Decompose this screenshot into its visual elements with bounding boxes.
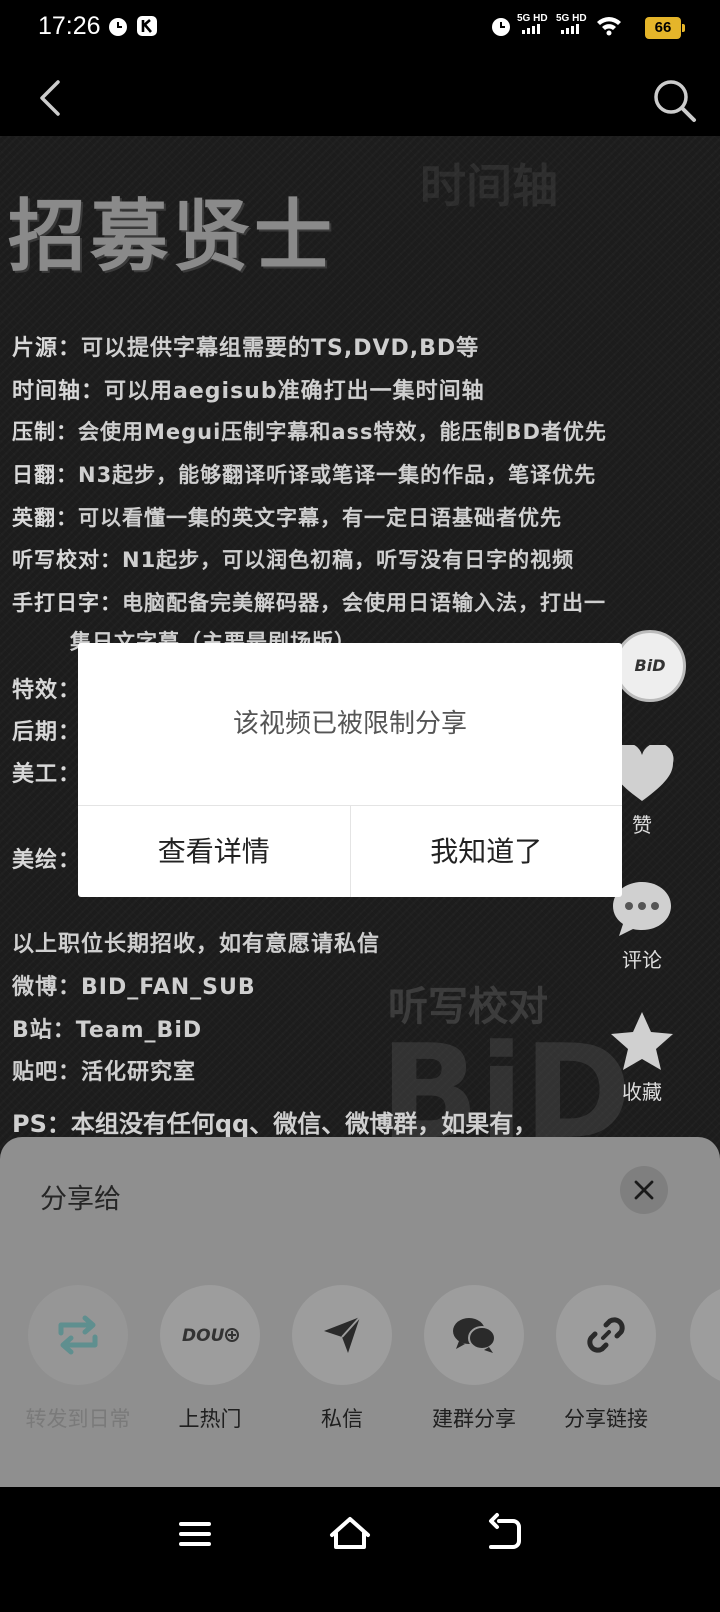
share-item-label: 私信 (321, 1407, 363, 1431)
acknowledge-button[interactable]: 我知道了 (349, 806, 623, 897)
k-app-icon (137, 16, 157, 36)
menu-icon[interactable] (165, 1509, 225, 1559)
close-button[interactable] (620, 1166, 668, 1214)
top-nav (0, 56, 720, 136)
repost-icon (58, 1315, 98, 1355)
network-type-2: 5G HD (556, 13, 587, 24)
share-item-label: 上热门 (178, 1407, 242, 1431)
share-sheet: 分享给 转发到日常 DOU 上热门 私信 建群分享 分享链接 (0, 1137, 720, 1487)
share-restricted-dialog: 该视频已被限制分享 查看详情 我知道了 (78, 643, 622, 897)
share-repost-item[interactable]: 转发到日常 (23, 1285, 133, 1433)
signal-icon-2 (561, 24, 579, 34)
share-link-item[interactable]: 分享链接 (551, 1285, 661, 1433)
dialog-buttons: 查看详情 我知道了 (78, 805, 622, 897)
poster-ps-note: PS：本组没有任何qq、微信、微博群，如果有， (12, 1110, 538, 1138)
network-type-1: 5G HD (517, 13, 548, 24)
share-item-label: 转发到日常 (25, 1407, 131, 1431)
contact-line: B站：Team_BiD (12, 1018, 203, 1043)
share-item-label: 分享链接 (564, 1407, 648, 1431)
requirement-line: 特效： (12, 678, 82, 703)
share-icon-circle (424, 1285, 524, 1385)
comment-label: 评论 (622, 948, 662, 972)
share-icon-circle (292, 1285, 392, 1385)
dialog-message: 该视频已被限制分享 (232, 709, 467, 739)
share-item-label: 建群分享 (432, 1407, 516, 1431)
like-label: 赞 (632, 813, 652, 837)
signal-icon-1 (522, 24, 540, 34)
link-icon (587, 1317, 625, 1353)
contact-line: 微博：BID_FAN_SUB (12, 975, 256, 1000)
home-icon[interactable] (320, 1509, 380, 1559)
requirement-line: 美绘： (12, 848, 82, 873)
share-item-partial[interactable] (690, 1285, 720, 1385)
alarm-icon (109, 18, 127, 36)
requirement-line: 听写校对：N1起步，可以润色初稿，听写没有日字的视频 (12, 548, 575, 572)
requirement-line: 日翻：N3起步，能够翻译听译或笔译一集的作品，笔译优先 (12, 463, 597, 487)
requirement-line: 片源：可以提供字幕组需要的TS,DVD,BD等 (12, 336, 480, 361)
search-icon[interactable] (650, 76, 700, 126)
wifi-icon (597, 17, 621, 36)
contact-line: 以上职位长期招收，如有意愿请私信 (12, 932, 381, 957)
system-nav-bar (0, 1487, 720, 1612)
group-chat-icon (453, 1318, 496, 1353)
requirement-line: 压制：会使用Megui压制字幕和ass特效，能压制BD者优先 (12, 420, 607, 444)
close-icon (634, 1180, 654, 1200)
requirement-line: 手打日字：电脑配备完美解码器，会使用日语输入法，打出一 (12, 591, 606, 615)
back-icon[interactable] (475, 1509, 535, 1559)
favorite-label: 收藏 (622, 1080, 662, 1104)
share-message-item[interactable]: 私信 (287, 1285, 397, 1433)
status-time: 17:26 (38, 12, 101, 40)
share-sheet-title: 分享给 (40, 1184, 121, 1215)
favorite-button[interactable]: 收藏 (600, 1010, 684, 1105)
poster-title: 招募贤士 (8, 192, 337, 282)
send-icon (324, 1316, 361, 1353)
requirement-line: 美工： (12, 762, 82, 787)
battery-indicator: 66 (645, 17, 685, 39)
contact-line: 贴吧：活化研究室 (12, 1060, 197, 1085)
alarm-icon-right (492, 18, 510, 36)
author-avatar[interactable]: BiD (614, 630, 686, 702)
share-icon-circle: DOU (160, 1285, 260, 1385)
status-bar: 17:26 5G HD 5G HD 66 (0, 0, 720, 56)
requirement-line: 时间轴：可以用aegisub准确打出一集时间轴 (12, 379, 485, 404)
share-group-item[interactable]: 建群分享 (419, 1285, 529, 1433)
share-icon-circle (556, 1285, 656, 1385)
share-icon-circle (28, 1285, 128, 1385)
requirement-line: 后期： (12, 720, 82, 745)
svg-text:DOU: DOU (182, 1326, 225, 1346)
share-icon-circle (690, 1285, 720, 1385)
requirement-line: 英翻：可以看懂一集的英文字幕，有一定日语基础者优先 (12, 506, 562, 530)
view-details-button[interactable]: 查看详情 (78, 806, 350, 897)
share-hot-item[interactable]: DOU 上热门 (155, 1285, 265, 1433)
dou-plus-icon: DOU (182, 1326, 239, 1346)
chevron-left-icon[interactable] (30, 78, 70, 118)
star-icon (611, 1012, 673, 1070)
